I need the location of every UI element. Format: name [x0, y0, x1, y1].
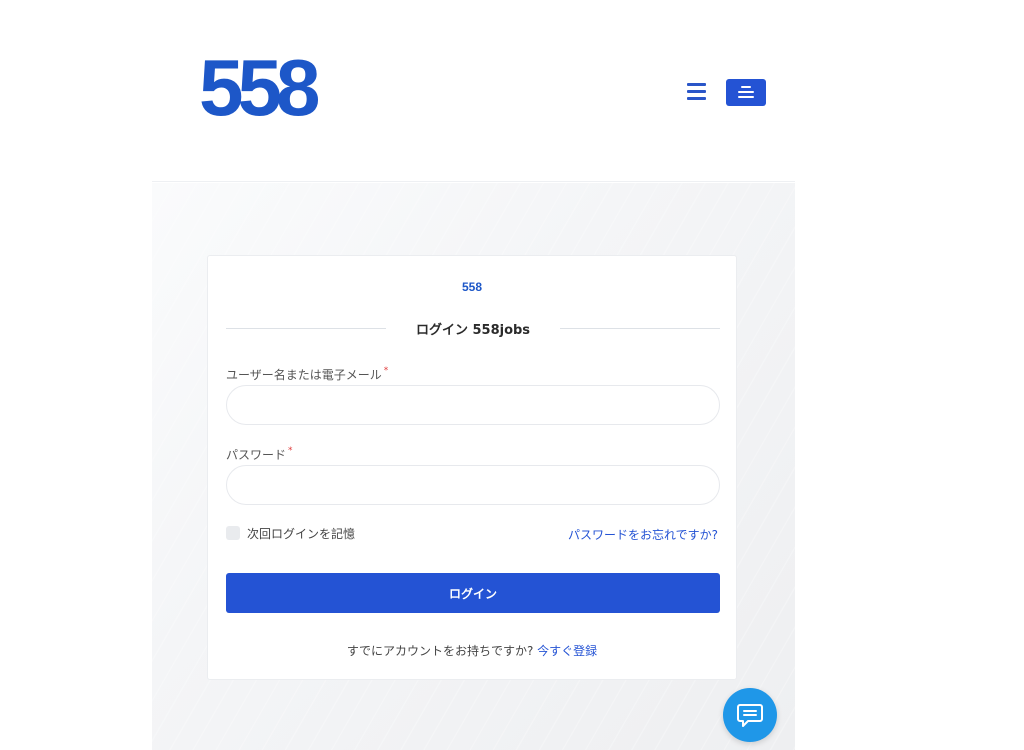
- signup-row: すでにアカウントをお持ちですか? 今すぐ登録: [208, 642, 736, 659]
- page: 558 558 ログイン 558jobs ユーザー名または電子メール * パスワー…: [152, 0, 795, 750]
- username-label: ユーザー名または電子メール *: [226, 366, 389, 382]
- chat-bubble-icon: [737, 704, 763, 727]
- hamburger-icon[interactable]: [687, 83, 706, 100]
- remember-label: 次回ログインを記憶: [247, 526, 356, 541]
- menu-toggle-button[interactable]: [726, 79, 766, 106]
- login-title-row: ログイン 558jobs: [226, 318, 720, 338]
- menu-lines-icon: [741, 86, 751, 88]
- remember-me[interactable]: 次回ログインを記憶: [226, 524, 355, 542]
- required-marker: *: [288, 446, 293, 456]
- login-title: ログイン 558jobs: [226, 319, 720, 338]
- chat-button[interactable]: [723, 688, 777, 742]
- password-input[interactable]: [226, 465, 720, 505]
- login-button[interactable]: ログイン: [226, 573, 720, 613]
- signup-link[interactable]: 今すぐ登録: [537, 644, 597, 658]
- card-logo: 558: [461, 280, 483, 294]
- remember-checkbox[interactable]: [226, 526, 240, 540]
- signup-prompt: すでにアカウントをお持ちですか?: [346, 644, 534, 658]
- site-header: 558: [152, 0, 795, 182]
- login-section: 558 ログイン 558jobs ユーザー名または電子メール * パスワード * 次…: [152, 183, 795, 750]
- site-logo[interactable]: 558: [199, 48, 321, 128]
- username-input[interactable]: [226, 385, 720, 425]
- required-marker: *: [383, 366, 389, 376]
- forgot-password-link[interactable]: パスワードをお忘れですか?: [568, 526, 718, 543]
- password-label: パスワード *: [226, 446, 293, 462]
- login-card: 558 ログイン 558jobs ユーザー名または電子メール * パスワード * 次…: [207, 255, 737, 680]
